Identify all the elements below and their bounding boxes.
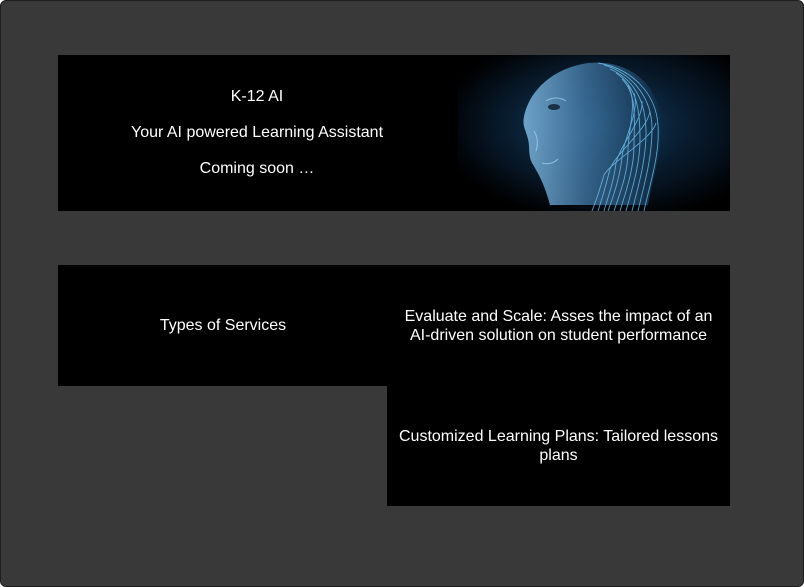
service-card-evaluate: Evaluate and Scale: Asses the impact of … [387,265,730,386]
hero-title: K-12 AI [230,88,284,105]
ai-head-icon [458,55,730,211]
hero-banner: K-12 AI Your AI powered Learning Assista… [58,55,730,211]
service-evaluate-text: Evaluate and Scale: Asses the impact of … [404,307,713,344]
service-card-learning-plans: Customized Learning Plans: Tailored less… [387,385,730,506]
hero-text: K-12 AI Your AI powered Learning Assista… [58,55,456,211]
services-heading-panel: Types of Services [58,265,388,386]
hero-subtitle: Your AI powered Learning Assistant [130,124,384,141]
service-learning-plans-text: Customized Learning Plans: Tailored less… [399,427,718,464]
services-heading: Types of Services [159,317,287,334]
ai-head-image [458,55,730,211]
hero-status: Coming soon … [199,160,315,177]
page-frame: K-12 AI Your AI powered Learning Assista… [0,0,804,587]
